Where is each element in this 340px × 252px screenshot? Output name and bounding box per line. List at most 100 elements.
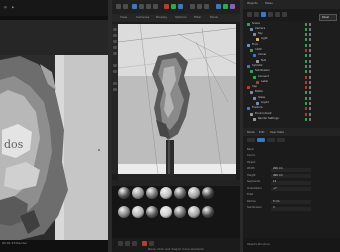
visibility-flag-icon[interactable]: [305, 75, 308, 79]
visibility-flag-icon[interactable]: [305, 49, 308, 52]
object-tree-row[interactable]: Render Settings: [243, 117, 340, 121]
object-tree-row[interactable]: Environment: [243, 112, 340, 116]
tag-icon[interactable]: [309, 107, 312, 111]
material-swatch[interactable]: [118, 206, 130, 218]
material-swatch[interactable]: [132, 187, 144, 199]
visibility-flag-icon[interactable]: [305, 54, 308, 58]
object-tree-row[interactable]: Glass: [243, 96, 340, 100]
object-tree-row[interactable]: Fracture: [243, 107, 340, 111]
object-name[interactable]: Environment: [255, 112, 272, 116]
workplane-icon[interactable]: [113, 88, 117, 91]
attr-menu-user-data[interactable]: User Data: [270, 130, 284, 134]
viewport-menu-panel[interactable]: Panel: [210, 16, 218, 19]
object-tree-row[interactable]: Cylinder: [243, 64, 340, 68]
tags-menu-icon[interactable]: [275, 12, 280, 17]
visibility-flag-icon[interactable]: [305, 59, 308, 63]
tag-icon[interactable]: [309, 102, 312, 105]
object-tree-row[interactable]: Label: [243, 80, 340, 84]
object-tree-row[interactable]: Cloth: [243, 48, 340, 53]
attribute-input[interactable]: [271, 187, 311, 191]
object-name[interactable]: Null: [261, 59, 266, 63]
viewport-menu-view[interactable]: View: [120, 16, 127, 19]
visibility-flag-icon[interactable]: [305, 107, 308, 111]
attr-tab-basic[interactable]: [247, 138, 255, 142]
tab-takes[interactable]: Takes: [265, 2, 273, 5]
snap-icon[interactable]: [113, 82, 117, 85]
material-swatch[interactable]: [188, 187, 200, 199]
view-menu-icon[interactable]: [261, 12, 266, 17]
material-swatch[interactable]: [160, 206, 172, 218]
object-tree-row[interactable]: Scene: [243, 22, 340, 26]
render-play-icon[interactable]: ▶: [12, 6, 14, 9]
tag-icon[interactable]: [309, 86, 312, 90]
object-name[interactable]: Light: [261, 38, 267, 41]
material-swatch[interactable]: [174, 206, 186, 218]
axis-mode-icon[interactable]: [113, 64, 117, 67]
visibility-flag-icon[interactable]: [305, 33, 308, 37]
tag-icon[interactable]: [309, 59, 312, 63]
object-name[interactable]: Floor: [252, 43, 258, 47]
material-swatch[interactable]: [202, 187, 214, 199]
object-name[interactable]: Cloner: [258, 54, 266, 57]
viewport-3d[interactable]: [118, 24, 236, 174]
visibility-flag-icon[interactable]: [305, 96, 308, 100]
point-mode-icon[interactable]: [113, 40, 117, 43]
object-name[interactable]: Sky: [258, 33, 263, 36]
model-mode-icon[interactable]: [113, 28, 117, 31]
visibility-flag-icon[interactable]: [305, 43, 308, 47]
edge-mode-icon[interactable]: [113, 46, 117, 49]
object-name[interactable]: Bottle: [255, 91, 263, 94]
visibility-flag-icon[interactable]: [305, 80, 308, 84]
visibility-flag-icon[interactable]: [305, 86, 308, 90]
visibility-flag-icon[interactable]: [305, 22, 308, 26]
visibility-flag-icon[interactable]: [305, 27, 308, 31]
tag-icon[interactable]: [309, 96, 312, 100]
object-name[interactable]: Camera: [255, 27, 265, 31]
object-name[interactable]: Glass: [258, 96, 265, 100]
visibility-flag-icon[interactable]: [305, 38, 308, 42]
object-tree-row[interactable]: Cloner: [243, 54, 340, 58]
file-menu-icon[interactable]: [247, 12, 252, 17]
attr-tab-coord[interactable]: [277, 138, 285, 142]
object-tree-row[interactable]: Camera: [243, 27, 340, 31]
texture-mode-icon[interactable]: [113, 34, 117, 37]
object-tree-row[interactable]: Connect: [243, 75, 340, 79]
object-tree-row[interactable]: Sky: [243, 33, 340, 37]
object-name[interactable]: Label: [261, 80, 268, 84]
tag-icon[interactable]: [309, 54, 312, 58]
material-swatch[interactable]: [132, 206, 144, 218]
object-name[interactable]: Connect: [258, 75, 269, 79]
object-name[interactable]: Render Settings: [258, 117, 279, 121]
material-swatch[interactable]: [202, 206, 214, 218]
attribute-input[interactable]: [271, 180, 311, 185]
material-swatch[interactable]: [118, 187, 130, 199]
material-swatch[interactable]: [146, 206, 158, 218]
viewport-menu-display[interactable]: Display: [156, 16, 167, 19]
viewport-menu-filter[interactable]: Filter: [194, 16, 201, 19]
object-tree-row[interactable]: Subdivision: [243, 70, 340, 74]
object-tree-row[interactable]: Cap: [243, 86, 340, 90]
attr-tab-phong[interactable]: [267, 138, 275, 142]
visibility-flag-icon[interactable]: [305, 117, 308, 121]
object-tree-row[interactable]: Bottle: [243, 91, 340, 95]
tag-icon[interactable]: [309, 22, 312, 26]
object-tree-row[interactable]: Floor: [243, 43, 340, 47]
render-menu-icon[interactable]: ▤: [4, 6, 7, 9]
attr-menu-edit[interactable]: Edit: [259, 130, 264, 134]
polygon-mode-icon[interactable]: [113, 52, 117, 55]
tag-icon[interactable]: [309, 43, 312, 47]
object-tree-row[interactable]: Light: [243, 38, 340, 42]
object-tree-row[interactable]: Null: [243, 59, 340, 63]
object-name[interactable]: Cap: [252, 86, 257, 89]
viewport-menu-options[interactable]: Options: [175, 16, 187, 19]
tag-icon[interactable]: [309, 70, 312, 74]
object-name[interactable]: Scene: [252, 22, 260, 26]
tag-icon[interactable]: [309, 49, 312, 52]
visibility-flag-icon[interactable]: [305, 70, 308, 74]
tag-icon[interactable]: [309, 91, 312, 95]
visibility-flag-icon[interactable]: [305, 91, 308, 95]
tab-objects[interactable]: Objects: [247, 2, 258, 5]
tweak-mode-icon[interactable]: [113, 70, 117, 73]
tag-icon[interactable]: [309, 80, 312, 84]
tag-icon[interactable]: [309, 38, 312, 42]
